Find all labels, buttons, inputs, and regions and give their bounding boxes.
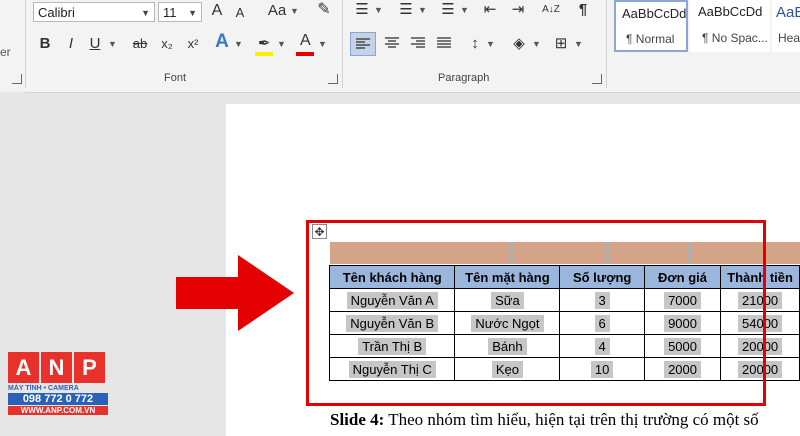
subscript-button[interactable]: x₂ xyxy=(158,34,176,54)
highlight-color-button[interactable]: ✒ xyxy=(255,34,275,56)
chevron-down-icon: ▼ xyxy=(234,39,243,49)
chevron-down-icon: ▼ xyxy=(418,5,427,15)
chevron-down-icon: ▼ xyxy=(277,39,286,49)
italic-button[interactable]: I xyxy=(64,34,78,54)
logo-phone: 098 772 0 772 xyxy=(8,393,108,405)
chevron-down-icon: ▼ xyxy=(374,5,383,15)
logo-letters: A N P xyxy=(8,352,108,383)
logo-tagline: MÁY TÍNH • CAMERA xyxy=(8,385,79,392)
styles-pane-cutoff: er xyxy=(0,45,11,59)
chevron-down-icon: ▼ xyxy=(486,39,495,49)
change-case-button[interactable]: Aa xyxy=(266,1,288,21)
style-normal[interactable]: AaBbCcDd ¶ Normal xyxy=(614,0,688,52)
logo-letter: A xyxy=(8,352,39,383)
bullets-icon[interactable]: ☰ xyxy=(354,0,370,20)
anp-logo: A N P MÁY TÍNH • CAMERA 098 772 0 772 WW… xyxy=(8,352,108,415)
document-paragraph[interactable]: Slide 4: Theo nhóm tìm hiểu, hiện tại tr… xyxy=(330,410,759,430)
shrink-font-button[interactable]: A xyxy=(232,3,248,23)
font-size-value: 11 xyxy=(163,5,177,20)
sort-icon[interactable]: A↓Z xyxy=(540,0,562,20)
font-size-dropdown[interactable]: 11 ▼ xyxy=(158,2,202,22)
chevron-down-icon: ▼ xyxy=(141,8,150,18)
style-name: ¶ No Spac... xyxy=(702,31,768,45)
increase-indent-icon[interactable]: ⇥ xyxy=(510,0,526,20)
font-color-button[interactable]: A xyxy=(296,32,316,56)
underline-button[interactable]: U xyxy=(88,34,102,54)
group-separator xyxy=(25,0,26,88)
logo-website: WWW.ANP.COM.VN xyxy=(8,406,108,415)
chevron-down-icon: ▼ xyxy=(460,5,469,15)
style-sample: AaBbCcDd xyxy=(622,6,687,21)
group-separator xyxy=(606,0,607,88)
line-spacing-icon[interactable]: ↕ xyxy=(466,34,484,54)
ribbon: er Calibri ▼ 11 ▼ A A Aa ▼ ✎ B I U ▼ ab … xyxy=(0,0,800,93)
chevron-down-icon: ▼ xyxy=(290,6,299,16)
font-group-label: Font xyxy=(164,72,187,84)
style-no-spacing[interactable]: AaBbCcDd ¶ No Spac... xyxy=(690,0,770,52)
font-color-icon: A xyxy=(300,32,311,49)
multilevel-list-icon[interactable]: ☰ xyxy=(440,0,456,20)
borders-icon[interactable]: ⊞ xyxy=(552,34,570,54)
highlight-color-bar xyxy=(255,52,273,56)
logo-letter: P xyxy=(74,352,105,383)
show-marks-icon[interactable]: ¶ xyxy=(576,0,590,20)
chevron-down-icon: ▼ xyxy=(188,8,197,18)
shading-icon[interactable]: ◈ xyxy=(510,34,528,54)
paragraph-text: Theo nhóm tìm hiểu, hiện tại trên thị tr… xyxy=(384,410,759,429)
group-separator xyxy=(342,0,343,88)
paragraph-launcher-icon[interactable] xyxy=(592,74,602,84)
align-right-icon xyxy=(411,37,425,48)
highlighter-icon: ✒ xyxy=(258,35,271,52)
clear-formatting-icon[interactable]: ✎ xyxy=(314,0,334,20)
highlight-rectangle xyxy=(306,220,766,406)
justify-icon xyxy=(437,37,451,48)
superscript-button[interactable]: x² xyxy=(184,34,202,54)
paragraph-group-label: Paragraph xyxy=(438,72,490,84)
chevron-down-icon: ▼ xyxy=(532,39,541,49)
decrease-indent-icon[interactable]: ⇤ xyxy=(482,0,498,20)
chevron-down-icon: ▼ xyxy=(318,39,327,49)
chevron-down-icon: ▼ xyxy=(108,39,117,49)
clipboard-launcher-icon[interactable] xyxy=(12,74,22,84)
chevron-down-icon: ▼ xyxy=(574,39,583,49)
align-right-button[interactable] xyxy=(406,32,430,56)
slide-label: Slide 4: xyxy=(330,410,385,429)
style-heading[interactable]: AaB Hea xyxy=(772,0,800,52)
style-name: Hea xyxy=(778,31,800,45)
font-name-dropdown[interactable]: Calibri ▼ xyxy=(33,2,155,22)
font-color-bar xyxy=(296,52,314,56)
text-effects-button[interactable]: A xyxy=(212,32,232,52)
bold-button[interactable]: B xyxy=(38,34,52,54)
style-name: ¶ Normal xyxy=(626,32,675,46)
font-name-value: Calibri xyxy=(38,5,75,20)
justify-button[interactable] xyxy=(432,32,456,56)
align-center-icon xyxy=(385,37,399,48)
numbering-icon[interactable]: ☰ xyxy=(398,0,414,20)
style-sample: AaBbCcDd xyxy=(698,4,763,19)
grow-font-button[interactable]: A xyxy=(208,1,226,21)
strikethrough-button[interactable]: ab xyxy=(130,34,150,54)
pointer-arrow-icon xyxy=(176,255,294,331)
logo-letter: N xyxy=(41,352,72,383)
style-sample: AaB xyxy=(776,4,800,21)
align-center-button[interactable] xyxy=(380,32,404,56)
align-left-button[interactable] xyxy=(350,32,376,56)
font-launcher-icon[interactable] xyxy=(328,74,338,84)
align-left-icon xyxy=(356,38,370,49)
